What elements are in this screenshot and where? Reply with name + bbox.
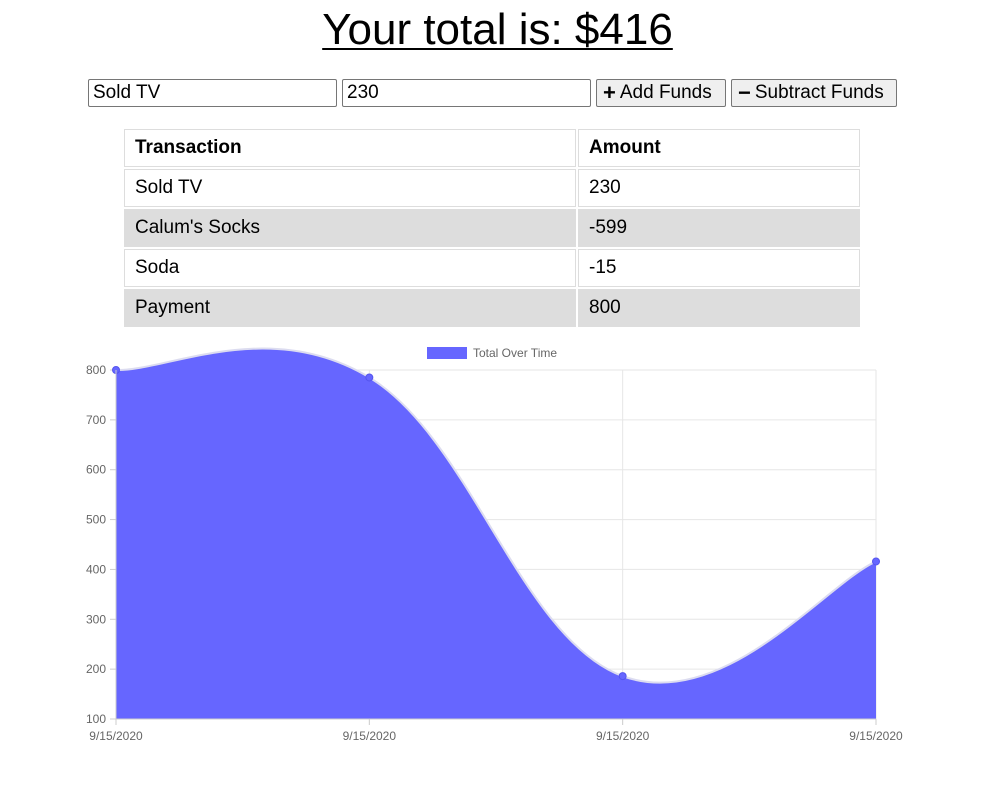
table-row: Payment 800 xyxy=(124,289,860,327)
x-tick-label: 9/15/2020 xyxy=(89,729,143,743)
subtract-funds-button[interactable]: − Subtract Funds xyxy=(731,79,897,107)
x-tick-label: 9/15/2020 xyxy=(596,729,650,743)
y-tick-label: 800 xyxy=(86,363,106,377)
transaction-amount-cell: -15 xyxy=(578,249,860,287)
total-heading: Your total is: $416 xyxy=(0,4,995,56)
y-tick-label: 300 xyxy=(86,612,106,626)
y-tick-label: 400 xyxy=(86,562,106,576)
legend-label: Total Over Time xyxy=(473,346,557,360)
table-header-row: Transaction Amount xyxy=(124,129,860,167)
series-area xyxy=(116,348,876,719)
table-row: Calum's Socks -599 xyxy=(124,209,860,247)
y-tick-label: 100 xyxy=(86,712,106,726)
table-row: Sold TV 230 xyxy=(124,169,860,207)
y-tick-label: 700 xyxy=(86,413,106,427)
transaction-amount-cell: 230 xyxy=(578,169,860,207)
x-tick-label: 9/15/2020 xyxy=(849,729,903,743)
table-row: Soda -15 xyxy=(124,249,860,287)
transaction-amount-cell: -599 xyxy=(578,209,860,247)
column-header-transaction: Transaction xyxy=(124,129,576,167)
transaction-name-cell: Payment xyxy=(124,289,576,327)
legend-swatch xyxy=(427,347,467,359)
transaction-name-input[interactable] xyxy=(88,79,337,107)
transaction-name-cell: Soda xyxy=(124,249,576,287)
data-point xyxy=(872,557,880,566)
add-funds-button[interactable]: + Add Funds xyxy=(596,79,726,107)
x-tick-label: 9/15/2020 xyxy=(343,729,397,743)
plus-icon: + xyxy=(603,80,616,105)
add-funds-label: Add Funds xyxy=(619,82,712,103)
transaction-amount-input[interactable] xyxy=(342,79,591,107)
subtract-funds-label: Subtract Funds xyxy=(754,82,884,103)
data-point xyxy=(365,373,374,382)
transaction-name-cell: Calum's Socks xyxy=(124,209,576,247)
total-over-time-chart: 100 200 300 400 500 600 700 800 9/15/2020 9/15/20… xyxy=(86,346,903,743)
transaction-name-cell: Sold TV xyxy=(124,169,576,207)
y-tick-label: 600 xyxy=(86,463,106,477)
y-tick-label: 500 xyxy=(86,513,106,527)
y-tick-label: 200 xyxy=(86,662,106,676)
data-point xyxy=(618,672,627,681)
minus-icon: − xyxy=(738,80,751,105)
column-header-amount: Amount xyxy=(578,129,860,167)
transaction-amount-cell: 800 xyxy=(578,289,860,327)
total-text: Your total is: $416 xyxy=(322,5,673,54)
transactions-table: Transaction Amount Sold TV 230 Calum's S… xyxy=(122,127,862,329)
